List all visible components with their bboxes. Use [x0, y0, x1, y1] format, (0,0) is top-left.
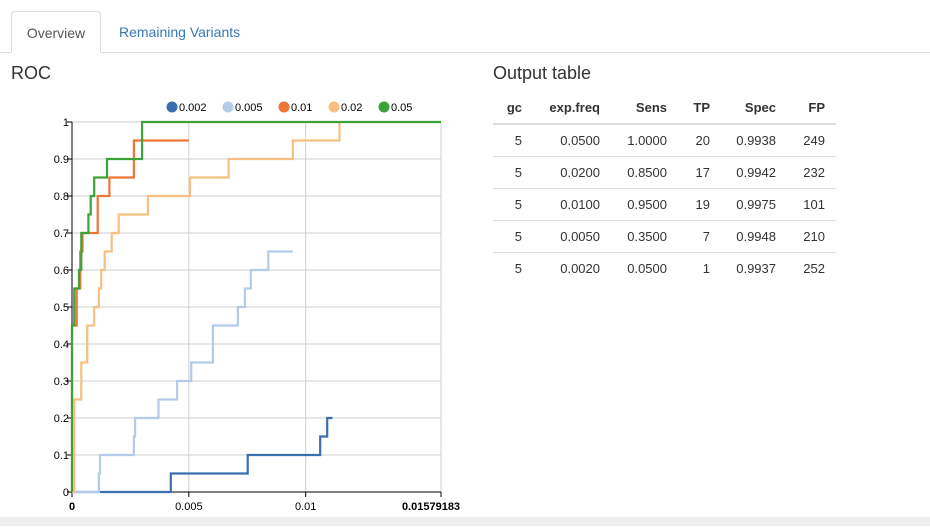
table-cell: 1.0000 [627, 133, 667, 148]
column-header: FP [776, 92, 836, 125]
table-header-row: gc exp.freq Sens TP Spec FP [493, 92, 836, 125]
table-cell: 232 [776, 156, 836, 189]
table-cell: 5 [493, 188, 522, 221]
x-tick-label: 0.005 [175, 501, 203, 513]
y-tick-label: 0.6 [54, 265, 69, 277]
table-cell: 101 [776, 188, 836, 221]
y-tick-label: 0.1 [54, 450, 69, 462]
table-cell: 1 [667, 252, 710, 284]
table-cell: 0.0500 [600, 252, 667, 284]
legend-label: 0.01 [291, 102, 312, 114]
table-row: 5 0.0500 1.0000 20 0.9938 249 [493, 124, 836, 157]
x-tick-label: 0.01 [295, 501, 316, 513]
roc-chart-svg: 0 0.1 0.2 0.3 0.4 0.5 0.6 0.7 0.8 0.9 1 0 0.005 0.01 0… [54, 101, 460, 513]
table-cell: 0.9937 [710, 252, 776, 284]
legend-marker-0.02 [328, 101, 340, 113]
table-cell: 19 [667, 188, 710, 221]
table-cell: 0.9948 [710, 220, 776, 253]
x-tick-label: 0.01579183 [402, 501, 460, 513]
table-cell: 0.0200 [522, 156, 600, 189]
legend-label: 0.002 [179, 102, 207, 114]
column-header: exp.freq [522, 92, 600, 125]
column-header: gc [493, 92, 522, 125]
table-cell: 0.9975 [710, 188, 776, 221]
legend-marker-0.05 [378, 101, 390, 113]
table-cell: 210 [776, 220, 836, 253]
table-cell: 17 [667, 156, 710, 189]
y-tick-label: 0.4 [54, 339, 69, 351]
table-row: 5 0.0020 0.0500 1 0.9937 252 [493, 252, 836, 284]
table-cell: 5 [493, 220, 522, 253]
table-cell: 5 [514, 133, 522, 148]
roc-title: ROC [11, 63, 51, 83]
table-cell: 5 [493, 156, 522, 189]
output-table-title: Output table [493, 63, 592, 83]
legend-marker-0.005 [222, 101, 234, 113]
roc-chart: 0 0.1 0.2 0.3 0.4 0.5 0.6 0.7 0.8 0.9 1 0 0.005 0.01 0… [0, 92, 470, 522]
table-cell: 249 [803, 133, 825, 148]
y-tick-label: 0.3 [54, 376, 69, 388]
y-tick-label: 0.8 [54, 191, 69, 203]
column-header: Sens [600, 92, 667, 125]
table-cell: 0.9938 [736, 133, 776, 148]
tab-remaining-variants[interactable]: Remaining Variants [104, 11, 255, 53]
table-cell: 0.9500 [600, 188, 667, 221]
tab-bar: Overview Remaining Variants [0, 0, 930, 53]
column-header: Spec [710, 92, 776, 125]
table-cell: 5 [493, 252, 522, 284]
table-cell: 0.0500 [560, 133, 600, 148]
table-row: 5 0.0100 0.9500 19 0.9975 101 [493, 188, 836, 221]
y-tick-label: 1 [63, 117, 69, 129]
legend-label: 0.02 [341, 102, 362, 114]
table-cell: 7 [667, 220, 710, 253]
y-tick-label: 0.5 [54, 302, 69, 314]
table-cell: 0.0100 [522, 188, 600, 221]
series-line-0.01 [70, 139, 189, 492]
table-cell: 0.9942 [710, 156, 776, 189]
bottom-scrollbar-track [0, 517, 930, 526]
y-tick-label: 0.2 [54, 413, 69, 425]
legend-label: 0.05 [391, 102, 412, 114]
tab-overview[interactable]: Overview [11, 11, 101, 53]
y-tick-label: 0.9 [54, 154, 69, 166]
output-table: gc exp.freq Sens TP Spec FP 5 0.0500 1.0… [493, 92, 836, 284]
table-cell: 0.0050 [522, 220, 600, 253]
table-cell: 0.3500 [600, 220, 667, 253]
table-cell: 252 [776, 252, 836, 284]
legend-marker-0.002 [166, 101, 178, 113]
y-tick-label: 0.7 [54, 228, 69, 240]
y-tick-label: 0 [63, 487, 69, 499]
table-row: 5 0.0050 0.3500 7 0.9948 210 [493, 220, 836, 253]
table-cell: 0.8500 [600, 156, 667, 189]
legend-label: 0.005 [235, 102, 263, 114]
table-cell: 0.0020 [522, 252, 600, 284]
table-cell: 20 [695, 133, 710, 148]
legend-marker-0.01 [278, 101, 290, 113]
table-row: 5 0.0200 0.8500 17 0.9942 232 [493, 156, 836, 189]
x-tick-label: 0 [69, 501, 75, 513]
column-header: TP [667, 92, 710, 125]
